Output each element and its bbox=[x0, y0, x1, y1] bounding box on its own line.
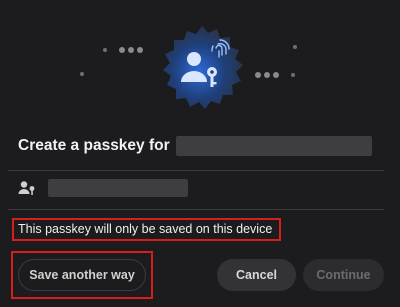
dialog-title: Create a passkey for bbox=[18, 137, 170, 154]
redacted-site-name bbox=[175, 136, 372, 156]
device-only-notice: This passkey will only be saved on this … bbox=[12, 218, 282, 241]
divider bbox=[8, 209, 384, 210]
save-another-way-button[interactable]: Save another way bbox=[18, 259, 146, 291]
divider bbox=[8, 170, 384, 171]
account-row bbox=[18, 179, 188, 197]
dialog-title-row: Create a passkey for bbox=[18, 136, 372, 156]
continue-button[interactable]: Continue bbox=[303, 259, 384, 291]
person-key-icon bbox=[18, 181, 35, 195]
redacted-account-name bbox=[48, 179, 188, 197]
passkey-fingerprint-badge-icon bbox=[163, 26, 243, 109]
hero-illustration bbox=[0, 0, 400, 130]
decorative-dots-right-upper bbox=[293, 45, 297, 49]
decorative-dots-right bbox=[255, 72, 295, 78]
cancel-button[interactable]: Cancel bbox=[217, 259, 296, 291]
decorative-dots-left bbox=[103, 47, 143, 53]
decorative-dots-left-lower bbox=[80, 72, 84, 76]
